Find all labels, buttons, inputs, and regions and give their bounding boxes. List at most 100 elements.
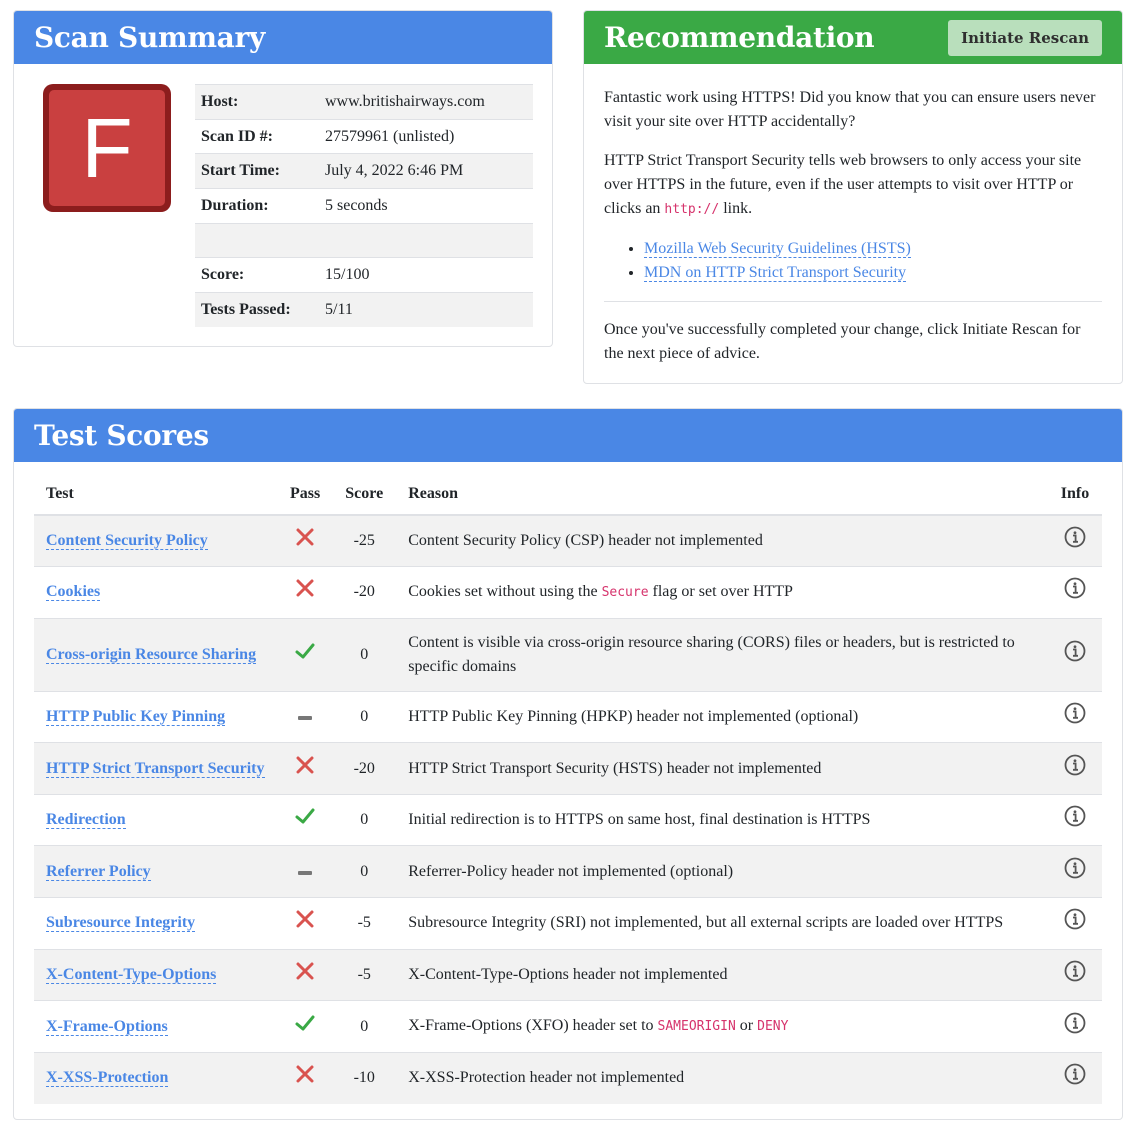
info-icon[interactable]	[1064, 702, 1086, 732]
grade-letter: F	[49, 90, 165, 206]
test-link[interactable]: Redirection	[46, 811, 126, 830]
reason-cell: Cookies set without using the Secure fla…	[396, 566, 1048, 619]
summary-value: July 4, 2022 6:46 PM	[325, 162, 464, 180]
summary-row: Tests Passed: 5/11	[195, 292, 533, 328]
mdn-hsts-link[interactable]: MDN on HTTP Strict Transport Security	[644, 264, 907, 282]
column-info: Info	[1048, 473, 1102, 516]
test-link[interactable]: Cross-origin Resource Sharing	[46, 645, 257, 664]
table-row: Cross-origin Resource Sharing 0 Content is…	[34, 617, 1102, 692]
test-link[interactable]: X-Content-Type-Options	[46, 965, 217, 984]
table-row: X-XSS-Protection -10 X-XSS-Protection head…	[34, 1051, 1102, 1104]
summary-value: www.britishairways.com	[325, 92, 485, 110]
test-link[interactable]: Subresource Integrity	[46, 914, 196, 933]
reason-code: SAMEORIGIN	[657, 1019, 736, 1035]
info-cell	[1048, 793, 1102, 846]
test-link[interactable]: Content Security Policy	[46, 532, 208, 551]
reason-text: Initial redirection is to HTTPS on same …	[408, 811, 871, 829]
recommendation-card: Recommendation Initiate Rescan Fantastic…	[583, 10, 1123, 384]
reason-cell: Content is visible via cross-origin reso…	[396, 617, 1048, 692]
pass-cell	[278, 617, 333, 692]
score-cell: -20	[332, 742, 397, 795]
test-scores-title: Test Scores	[34, 419, 209, 452]
table-row: Redirection 0 Initial redirection is to HT…	[34, 793, 1102, 846]
summary-table: Host: www.britishairways.com Scan ID #: 27…	[195, 84, 533, 328]
info-icon[interactable]	[1064, 908, 1086, 938]
test-scores-header: Test Scores	[14, 409, 1122, 462]
table-row: Cookies -20 Cookies set without using the …	[34, 566, 1102, 619]
scan-summary-title: Scan Summary	[34, 21, 265, 54]
summary-label: Tests Passed:	[201, 301, 291, 319]
score-cell: 0	[332, 617, 397, 692]
info-cell	[1048, 948, 1102, 1001]
summary-row: Score: 15/100	[195, 257, 533, 293]
reason-text: X-XSS-Protection header not implemented	[408, 1069, 685, 1087]
info-icon[interactable]	[1064, 1012, 1086, 1042]
reason-code: DENY	[757, 1019, 789, 1035]
pass-check-icon	[295, 806, 315, 834]
scan-summary-header: Scan Summary	[14, 11, 552, 64]
info-cell	[1048, 742, 1102, 795]
pass-cell	[278, 566, 333, 619]
pass-cell	[278, 897, 333, 950]
test-name-cell: Subresource Integrity	[34, 897, 278, 950]
optional-dash-icon	[298, 860, 313, 884]
pass-cell	[278, 514, 333, 567]
info-icon[interactable]	[1064, 640, 1086, 670]
summary-value: 5/11	[325, 301, 353, 319]
info-cell	[1048, 566, 1102, 619]
score-cell: -5	[332, 948, 397, 1001]
reason-cell: X-Frame-Options (XFO) header set to SAME…	[396, 1000, 1048, 1053]
info-icon[interactable]	[1064, 526, 1086, 556]
score-cell: 0	[332, 690, 397, 743]
info-icon[interactable]	[1064, 857, 1086, 887]
info-icon[interactable]	[1064, 754, 1086, 784]
recommendation-intro: Fantastic work using HTTPS! Did you know…	[604, 89, 1096, 130]
reason-text: Referrer-Policy header not implemented (…	[408, 862, 734, 880]
score-cell: 0	[332, 1000, 397, 1053]
test-link[interactable]: HTTP Strict Transport Security	[46, 759, 265, 778]
pass-cell	[278, 948, 333, 1001]
recommendation-header: Recommendation Initiate Rescan	[584, 11, 1122, 64]
scan-summary-card: Scan Summary F Host: www.britishairways.c…	[13, 10, 553, 347]
summary-label: Host:	[201, 92, 239, 110]
column-reason: Reason	[396, 473, 1048, 516]
reason-cell: Subresource Integrity (SRI) not implemen…	[396, 897, 1048, 950]
test-link[interactable]: Referrer Policy	[46, 862, 151, 881]
summary-row: Scan ID #: 27579961 (unlisted)	[195, 119, 533, 154]
mozilla-guidelines-link[interactable]: Mozilla Web Security Guidelines (HSTS)	[644, 240, 911, 258]
test-name-cell: X-XSS-Protection	[34, 1051, 278, 1104]
table-row: X-Content-Type-Options -5 X-Content-Type-O…	[34, 948, 1102, 1001]
test-link[interactable]: X-Frame-Options	[46, 1017, 168, 1036]
info-icon[interactable]	[1064, 1063, 1086, 1093]
pass-cell	[278, 845, 333, 898]
optional-dash-icon	[298, 705, 313, 729]
reason-text: or	[735, 1017, 758, 1035]
summary-value	[319, 223, 533, 258]
info-cell	[1048, 617, 1102, 692]
info-icon[interactable]	[1064, 805, 1086, 835]
pass-cell	[278, 1000, 333, 1053]
recommendation-rescan-note: Once you've successfully completed your …	[604, 321, 1081, 362]
test-name-cell: X-Frame-Options	[34, 1000, 278, 1053]
info-icon[interactable]	[1064, 577, 1086, 607]
test-link[interactable]: Cookies	[46, 583, 101, 602]
summary-label	[195, 223, 319, 258]
fail-x-icon	[295, 909, 315, 937]
initiate-rescan-button[interactable]: Initiate Rescan	[948, 19, 1102, 56]
score-cell: 0	[332, 845, 397, 898]
table-header-row: Test Pass Score Reason Info	[34, 473, 1102, 516]
list-item: MDN on HTTP Strict Transport Security	[644, 261, 1102, 285]
test-link[interactable]: X-XSS-Protection	[46, 1069, 169, 1088]
reason-cell: Content Security Policy (CSP) header not…	[396, 514, 1048, 567]
test-link[interactable]: HTTP Public Key Pinning	[46, 707, 226, 726]
fail-x-icon	[295, 527, 315, 555]
reason-text: X-Frame-Options (XFO) header set to	[408, 1017, 658, 1035]
table-row: HTTP Public Key Pinning 0 HTTP Public Key …	[34, 690, 1102, 743]
pass-check-icon	[295, 641, 315, 669]
column-test: Test	[34, 473, 278, 516]
reason-cell: HTTP Public Key Pinning (HPKP) header no…	[396, 690, 1048, 743]
test-name-cell: Cookies	[34, 566, 278, 619]
info-icon[interactable]	[1064, 960, 1086, 990]
test-name-cell: Redirection	[34, 793, 278, 846]
fail-x-icon	[295, 961, 315, 989]
